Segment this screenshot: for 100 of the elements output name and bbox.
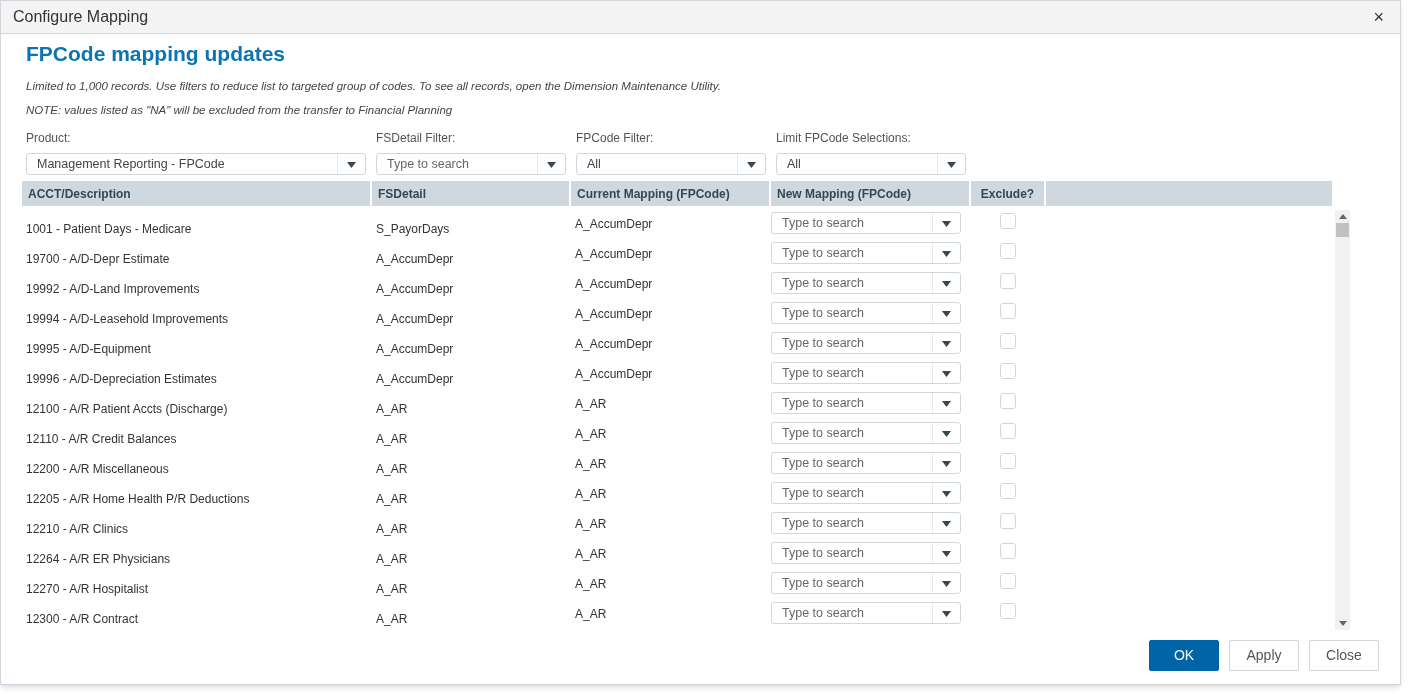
dialog-button[interactable]: Apply	[1229, 640, 1299, 671]
search-input[interactable]: Type to search	[772, 303, 932, 323]
table-cell: 12210 - A/R Clinics	[26, 522, 129, 536]
mapping-dropdown[interactable]: Type to search	[771, 302, 961, 324]
search-input[interactable]: Type to search	[772, 543, 932, 563]
scroll-thumb[interactable]	[1336, 223, 1349, 237]
mapping-dropdown[interactable]: Type to search	[771, 242, 961, 264]
table-cell: A_AccumDepr	[575, 337, 653, 351]
checkbox[interactable]	[999, 513, 1016, 529]
field-label: FPCode Filter:	[576, 130, 655, 147]
close-button[interactable]: ×	[1369, 8, 1388, 26]
table-cell: A_AccumDepr	[376, 282, 454, 296]
checkbox[interactable]	[999, 333, 1016, 349]
scroll-down-icon[interactable]	[1338, 621, 1347, 626]
mapping-dropdown[interactable]: Type to search	[771, 572, 961, 594]
table-cell: A_AR	[376, 582, 408, 596]
checkbox[interactable]	[999, 543, 1016, 559]
mapping-dropdown[interactable]: Type to search	[771, 452, 961, 474]
search-input[interactable]: Type to search	[772, 213, 932, 233]
column-header: New Mapping (FPCode)	[771, 181, 969, 206]
table-cell: 12110 - A/R Credit Balances	[26, 432, 177, 446]
mapping-dropdown[interactable]: Type to search	[771, 272, 961, 294]
caret-icon	[747, 162, 756, 168]
search-input[interactable]: Type to search	[772, 573, 932, 593]
checkbox[interactable]	[999, 483, 1016, 499]
table-cell: A_AR	[376, 402, 408, 416]
table-cell: 1001 - Patient Days - Medicare	[26, 222, 192, 236]
table-cell: A_AR	[376, 492, 408, 506]
page-heading: FPCode mapping updates	[26, 41, 286, 67]
caret-icon	[942, 461, 951, 467]
checkbox[interactable]	[999, 363, 1016, 379]
scrollbar[interactable]	[1335, 210, 1350, 630]
note-text: Limited to 1,000 records. Use filters to reduce list to targeted group of codes. To see all records, open the Dimension Maintenance Utility.	[26, 78, 722, 94]
table-cell: S_PayorDays	[376, 222, 450, 236]
table-cell: A_AR	[376, 522, 408, 536]
mapping-dropdown[interactable]: Type to search	[771, 362, 961, 384]
mapping-dropdown[interactable]: Type to search	[771, 212, 961, 234]
mapping-dropdown[interactable]: Type to search	[771, 542, 961, 564]
search-input[interactable]: Type to search	[772, 423, 932, 443]
search-input[interactable]: Type to search	[772, 513, 932, 533]
table-cell: 19995 - A/D-Equipment	[26, 342, 151, 356]
mapping-dropdown[interactable]: Type to search	[771, 392, 961, 414]
checkbox[interactable]	[999, 303, 1016, 319]
dropdown-field[interactable]: Management Reporting - FPCode	[26, 153, 366, 175]
checkbox[interactable]	[999, 213, 1016, 229]
checkbox[interactable]	[999, 453, 1016, 469]
caret-icon	[942, 611, 951, 617]
mapping-dropdown[interactable]: Type to search	[771, 602, 961, 624]
scroll-up-icon[interactable]	[1338, 214, 1347, 219]
table-cell: 12200 - A/R Miscellaneous	[26, 462, 169, 476]
table-cell: A_AR	[575, 547, 607, 561]
mapping-dropdown[interactable]: Type to search	[771, 512, 961, 534]
table-cell: A_AccumDepr	[376, 372, 454, 386]
dialog-button[interactable]: Close	[1309, 640, 1379, 671]
search-input[interactable]: Type to search	[772, 243, 932, 263]
caret-icon	[942, 221, 951, 227]
table-cell: 19994 - A/D-Leasehold Improvements	[26, 312, 229, 326]
table-cell: A_AccumDepr	[376, 342, 454, 356]
note-text: NOTE: values listed as "NA" will be excluded from the transfer to Financial Planning	[26, 102, 454, 118]
column-header: Exclude?	[971, 181, 1044, 206]
table-cell: 12100 - A/R Patient Accts (Discharge)	[26, 402, 228, 416]
caret-icon	[947, 162, 956, 168]
caret-icon	[547, 162, 556, 168]
caret-icon	[942, 581, 951, 587]
caret-icon	[942, 551, 951, 557]
checkbox[interactable]	[999, 573, 1016, 589]
table-cell: 19700 - A/D-Depr Estimate	[26, 252, 170, 266]
table-cell: 12264 - A/R ER Physicians	[26, 552, 171, 566]
field-label: Limit FPCode Selections:	[776, 130, 912, 147]
mapping-dropdown[interactable]: Type to search	[771, 482, 961, 504]
search-input[interactable]: Type to search	[772, 483, 932, 503]
search-input[interactable]: Type to search	[772, 393, 932, 413]
search-input[interactable]: Type to search	[377, 154, 537, 174]
field-label: Product:	[26, 130, 72, 147]
caret-icon	[942, 401, 951, 407]
mapping-dropdown[interactable]: Type to search	[771, 422, 961, 444]
dialog-button[interactable]: OK	[1149, 640, 1219, 671]
table-cell: A_AR	[376, 462, 408, 476]
table-cell: A_AccumDepr	[575, 247, 653, 261]
search-input[interactable]: Type to search	[772, 453, 932, 473]
search-input[interactable]: Type to search	[772, 333, 932, 353]
dropdown-field[interactable]: Type to search	[376, 153, 566, 175]
dropdown-field[interactable]: All	[776, 153, 966, 175]
checkbox[interactable]	[999, 603, 1016, 619]
table-cell: A_AccumDepr	[575, 217, 653, 231]
table-cell: A_AccumDepr	[575, 367, 653, 381]
dropdown-field[interactable]: All	[576, 153, 766, 175]
search-input[interactable]: Type to search	[772, 273, 932, 293]
checkbox[interactable]	[999, 243, 1016, 259]
table-cell: 19992 - A/D-Land Improvements	[26, 282, 200, 296]
search-input[interactable]: Type to search	[772, 363, 932, 383]
search-input[interactable]: Type to search	[772, 603, 932, 623]
table-cell: 12205 - A/R Home Health P/R Deductions	[26, 492, 250, 506]
table-cell: A_AR	[575, 517, 607, 531]
checkbox[interactable]	[999, 273, 1016, 289]
mapping-dropdown[interactable]: Type to search	[771, 332, 961, 354]
table-cell: A_AccumDepr	[575, 277, 653, 291]
checkbox[interactable]	[999, 393, 1016, 409]
checkbox[interactable]	[999, 423, 1016, 439]
column-header: Current Mapping (FPCode)	[571, 181, 769, 206]
